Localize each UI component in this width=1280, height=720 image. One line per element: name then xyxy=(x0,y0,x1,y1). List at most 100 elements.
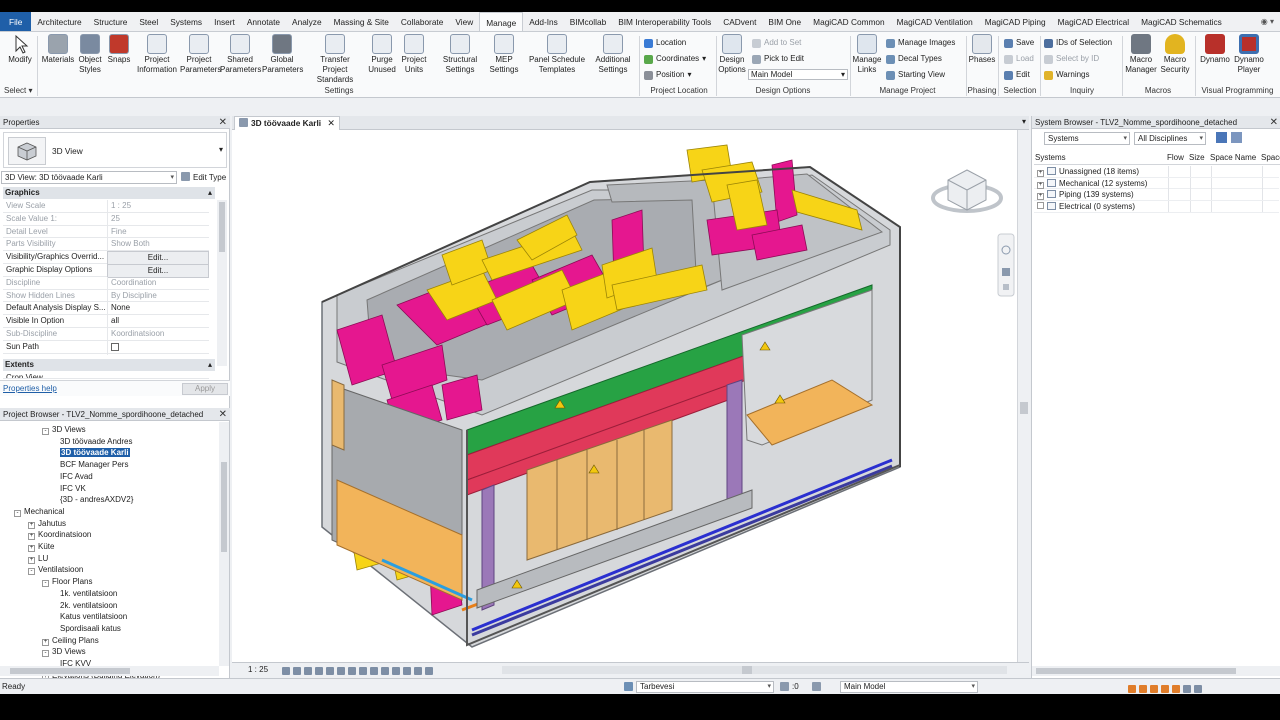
background-process-icon[interactable] xyxy=(1183,685,1191,693)
crop-icon[interactable] xyxy=(337,667,345,675)
shared-parameters-button[interactable]: Shared Parameters xyxy=(220,34,261,75)
reveal-hidden-icon[interactable] xyxy=(381,667,389,675)
save-selection-button[interactable]: Save xyxy=(1004,38,1034,48)
instance-filter-select[interactable]: 3D View: 3D töövaade Karli xyxy=(1,171,177,184)
warnings-button[interactable]: Warnings xyxy=(1044,70,1090,80)
close-icon[interactable]: ✕ xyxy=(219,408,227,421)
browser-node[interactable]: + Koordinatsioon xyxy=(28,529,91,541)
shadows-icon[interactable] xyxy=(315,667,323,675)
materials-button[interactable]: Materials xyxy=(40,34,76,65)
phases-button[interactable]: Phases xyxy=(967,34,997,65)
browser-node[interactable]: IFC Avad xyxy=(60,471,93,482)
browser-node[interactable]: 3D töövaade Karli xyxy=(60,447,130,458)
ribbon-tab-annotate[interactable]: Annotate xyxy=(241,12,286,31)
ribbon-tab-bim-interoperability-tools[interactable]: BIM Interoperability Tools xyxy=(612,12,717,31)
ribbon-tab-systems[interactable]: Systems xyxy=(164,12,208,31)
browser-node[interactable]: 1k. ventilatsioon xyxy=(60,588,117,599)
browser-node[interactable]: Katus ventilatsioon xyxy=(60,611,127,622)
viewport-hscrollbar[interactable] xyxy=(502,666,1007,674)
edit-selection-button[interactable]: Edit xyxy=(1004,70,1030,80)
graphics-section-header[interactable]: Graphics ▴ xyxy=(3,187,215,199)
sun-path-checkbox[interactable] xyxy=(111,342,119,351)
sun-path-icon[interactable] xyxy=(304,667,312,675)
close-icon[interactable]: ✕ xyxy=(327,118,335,128)
expand-icon[interactable]: + xyxy=(28,533,35,541)
collapse-icon[interactable]: - xyxy=(42,428,49,435)
manage-links-button[interactable]: Manage Links xyxy=(851,34,883,75)
design-options-button[interactable]: Design Options xyxy=(716,34,748,75)
column-header[interactable]: Size xyxy=(1189,153,1205,163)
systems-filter-select[interactable]: Systems xyxy=(1044,132,1130,145)
scrollbar-thumb[interactable] xyxy=(219,202,225,252)
pick-to-edit-button[interactable]: Pick to Edit xyxy=(752,54,804,64)
select-dropdown[interactable]: Select ▾ xyxy=(4,86,38,96)
expand-icon[interactable]: + xyxy=(1037,193,1044,201)
starting-view-button[interactable]: Starting View xyxy=(886,70,945,80)
ribbon-tab-manage[interactable]: Manage xyxy=(479,12,524,31)
dynamo-player-button[interactable]: Dynamo Player xyxy=(1232,34,1266,75)
mep-settings-button[interactable]: MEP Settings xyxy=(486,34,522,75)
visual-style-icon[interactable] xyxy=(293,667,301,675)
browser-node[interactable]: - Ventilatsioon xyxy=(28,564,83,576)
constraints-icon[interactable] xyxy=(425,667,433,675)
ribbon-tab-bim-one[interactable]: BIM One xyxy=(762,12,807,31)
additional-settings-button[interactable]: Additional Settings xyxy=(592,34,634,75)
property-row[interactable]: Visible In Option all xyxy=(3,315,209,328)
extents-section-header[interactable]: Extents ▴ xyxy=(3,359,215,371)
chevron-down-icon[interactable]: ▾ xyxy=(1022,117,1026,126)
analytical-icon[interactable] xyxy=(403,667,411,675)
structural-settings-button[interactable]: Structural Settings xyxy=(440,34,480,75)
selection-filter-icons[interactable] xyxy=(1128,682,1205,694)
property-row[interactable]: Sun Path xyxy=(3,340,209,355)
render-icon[interactable] xyxy=(326,667,334,675)
browser-node[interactable]: - Floor Plans xyxy=(42,576,92,588)
browser-node[interactable]: + Küte xyxy=(28,541,54,552)
show-crop-icon[interactable] xyxy=(348,667,356,675)
project-information-button[interactable]: Project Information xyxy=(136,34,178,75)
collapse-icon[interactable]: - xyxy=(42,580,49,588)
ribbon-tab-collaborate[interactable]: Collaborate xyxy=(395,12,449,31)
navigation-bar[interactable] xyxy=(997,233,1015,297)
view-cube-icon[interactable] xyxy=(931,169,1003,213)
browser-node[interactable]: - Mechanical xyxy=(14,506,64,517)
active-design-option-select[interactable]: Main Model xyxy=(840,681,978,693)
system-hscrollbar[interactable] xyxy=(1032,666,1280,676)
decal-types-button[interactable]: Decal Types xyxy=(886,54,942,64)
property-row[interactable]: Graphic Display Options Edit... xyxy=(3,264,209,278)
ribbon-tab-magicad-piping[interactable]: MagiCAD Piping xyxy=(979,12,1052,31)
ribbon-tab-steel[interactable]: Steel xyxy=(133,12,164,31)
highlight-icon[interactable] xyxy=(414,667,422,675)
expand-icon[interactable] xyxy=(1037,202,1044,210)
property-row[interactable]: Visibility/Graphics Overrid... Edit... xyxy=(3,251,209,266)
ribbon-tab-bimcollab[interactable]: BIMcollab xyxy=(564,12,612,31)
apply-button[interactable]: Apply xyxy=(182,383,228,395)
editable-only-icon[interactable] xyxy=(780,682,789,691)
properties-scrollbar[interactable] xyxy=(217,200,227,366)
design-option-select[interactable]: Main Model ▾ xyxy=(748,69,848,80)
ribbon-tab-view[interactable]: View xyxy=(449,12,479,31)
properties-help-link[interactable]: Properties help xyxy=(3,384,57,393)
close-icon[interactable]: ✕ xyxy=(219,116,227,129)
viewport-scrollbar[interactable] xyxy=(1017,130,1029,662)
purge-unused-button[interactable]: Purge Unused xyxy=(368,34,396,75)
expand-icon[interactable]: + xyxy=(42,638,49,646)
global-parameters-button[interactable]: Global Parameters xyxy=(262,34,303,75)
select-by-id-button[interactable]: Select by ID xyxy=(1044,54,1099,64)
expand-icon[interactable]: + xyxy=(28,545,35,552)
browser-node[interactable]: BCF Manager Pers xyxy=(60,459,128,470)
property-row[interactable]: Sub-Discipline Koordinatsioon xyxy=(3,328,209,341)
filter-icon[interactable] xyxy=(1194,685,1202,693)
worksharing-icon[interactable] xyxy=(392,667,400,675)
column-header[interactable]: Systems xyxy=(1035,153,1066,163)
browser-node[interactable]: -3D Views xyxy=(42,424,86,435)
view-control-icons[interactable] xyxy=(282,665,436,678)
ribbon-tab-magicad-electrical[interactable]: MagiCAD Electrical xyxy=(1052,12,1135,31)
expand-icon[interactable]: + xyxy=(1037,170,1044,177)
ribbon-tab-magicad-schematics[interactable]: MagiCAD Schematics xyxy=(1135,12,1228,31)
edit-type-button[interactable]: Edit Type xyxy=(181,172,226,183)
browser-scrollbar[interactable] xyxy=(219,422,229,666)
coordinates-button[interactable]: Coordinates ▾ xyxy=(644,54,706,64)
system-row[interactable]: + Mechanical (12 systems) xyxy=(1034,177,1279,190)
object-styles-button[interactable]: Object Styles xyxy=(78,34,102,75)
ribbon-tab-insert[interactable]: Insert xyxy=(208,12,241,31)
